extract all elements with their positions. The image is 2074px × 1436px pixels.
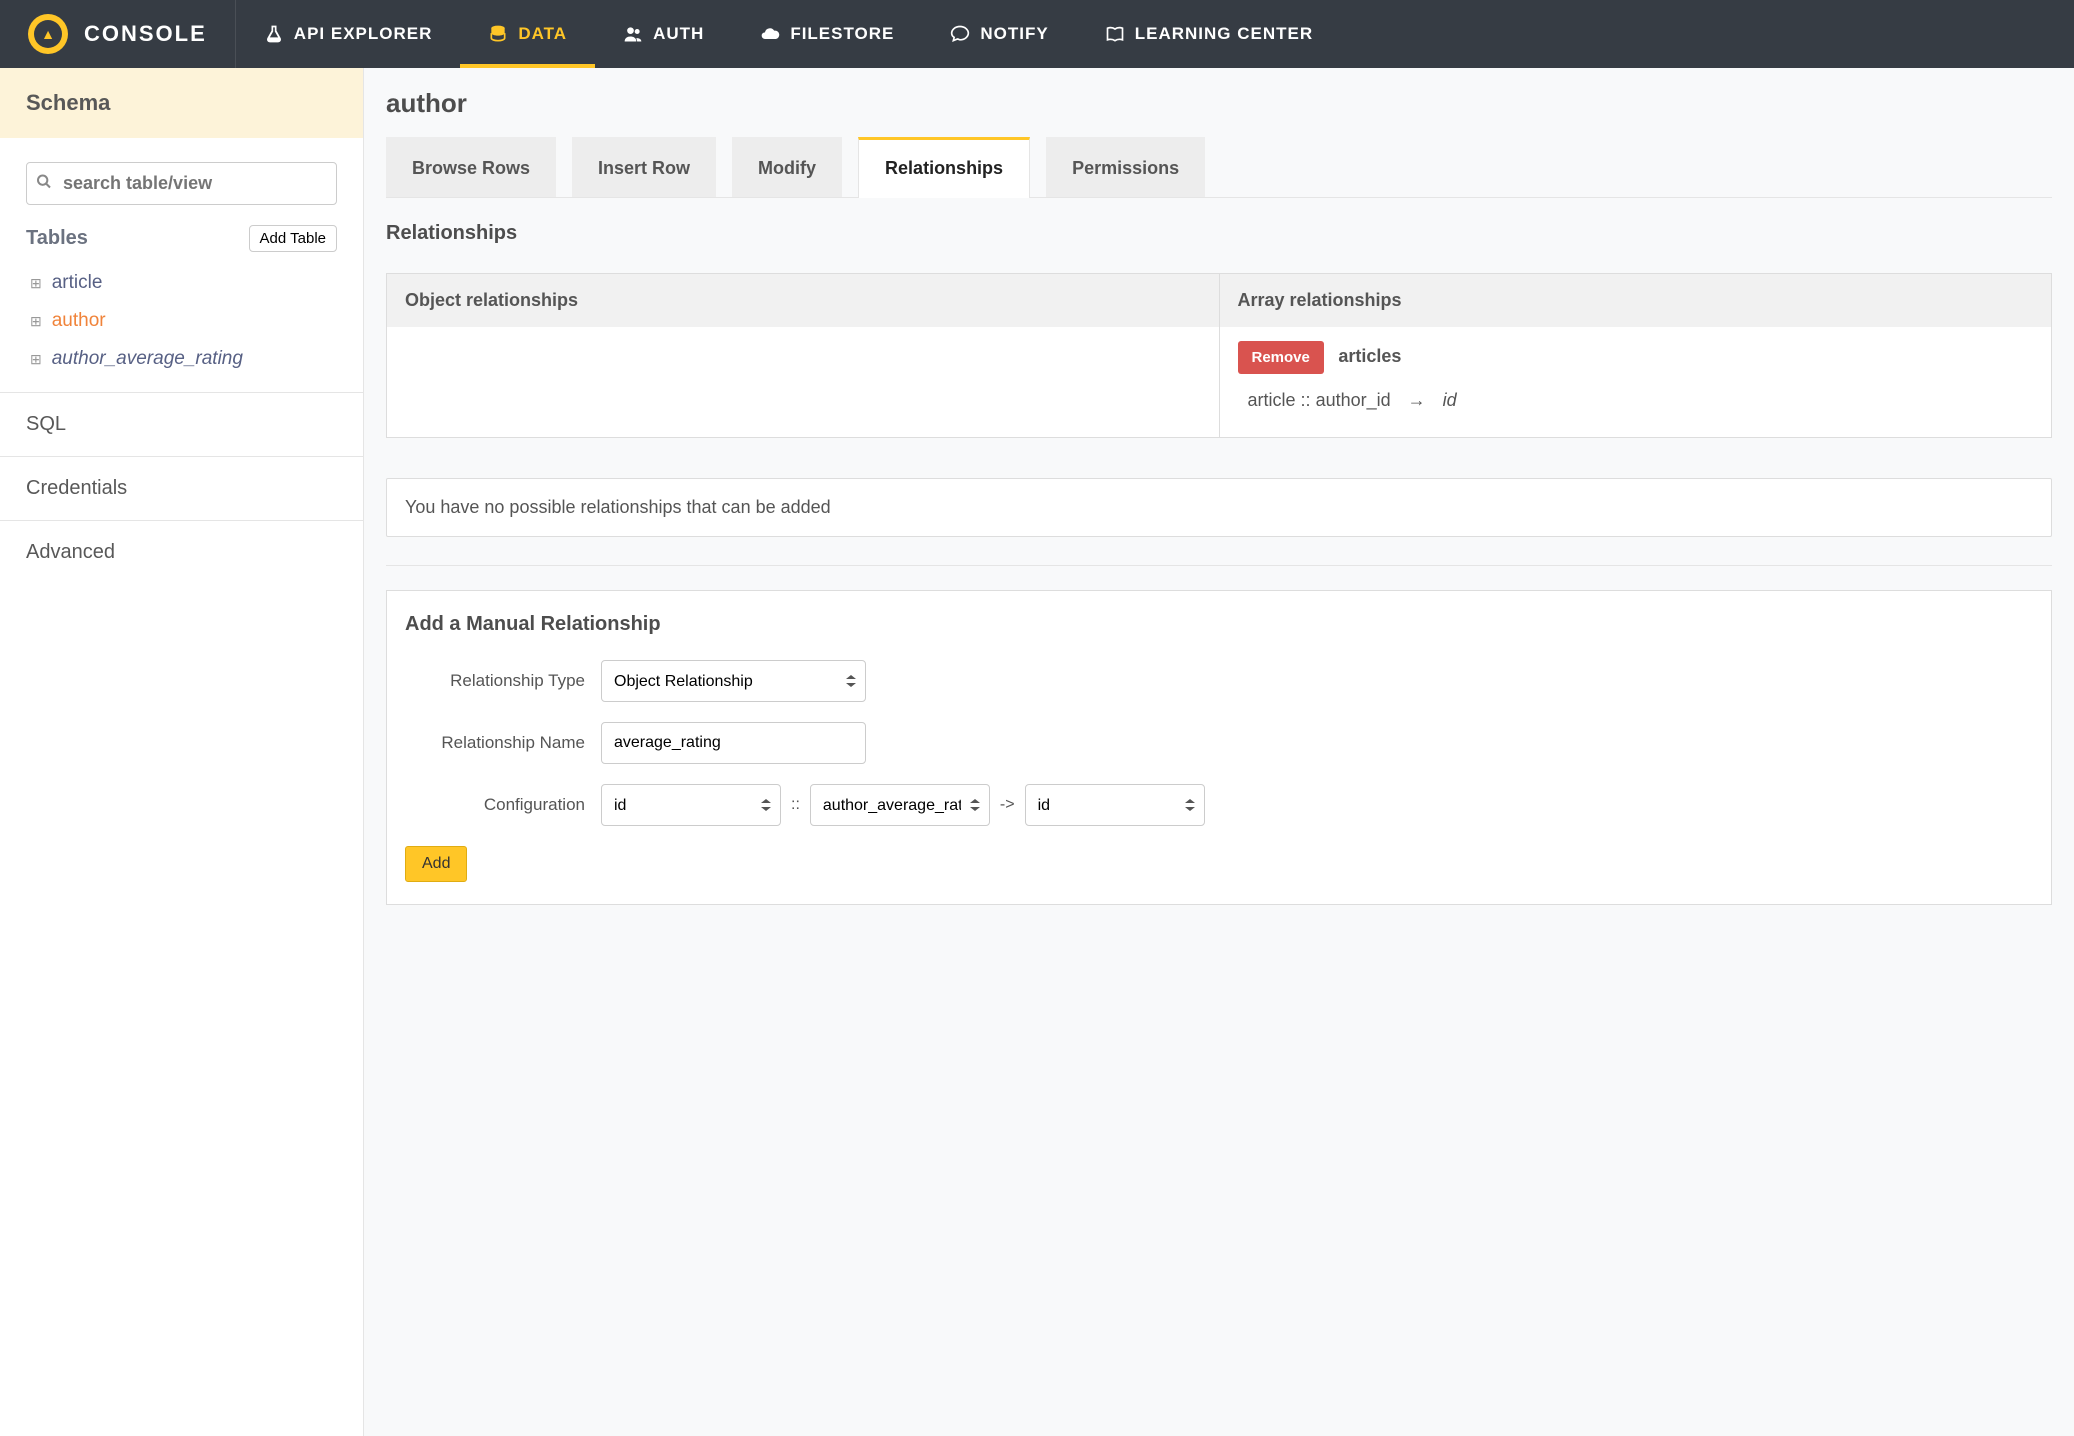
no-possible-relationships-info: You have no possible relationships that … [386, 478, 2052, 537]
array-relationships-header: Array relationships [1220, 274, 2052, 327]
object-relationships-header: Object relationships [387, 274, 1220, 327]
local-column: id [1443, 390, 1457, 410]
object-relationships-cell [387, 327, 1220, 437]
sep-colons: :: [1301, 390, 1311, 410]
tab-relationships[interactable]: Relationships [858, 137, 1030, 198]
manual-relationship-title: Add a Manual Relationship [405, 613, 2033, 636]
users-icon [623, 24, 643, 44]
manual-relationship-form: Add a Manual Relationship Relationship T… [386, 590, 2052, 905]
sidebar-credentials[interactable]: Credentials [0, 456, 363, 520]
brand-name: CONSOLE [84, 21, 207, 47]
divider [386, 565, 2052, 566]
nav-label: AUTH [653, 24, 704, 44]
relationship-name: articles [1338, 346, 1401, 366]
nav-api-explorer[interactable]: API EXPLORER [236, 0, 461, 68]
flask-icon [264, 24, 284, 44]
top-nav: ▲ CONSOLE API EXPLORER DATA AUTH FILESTO… [0, 0, 2074, 68]
ref-column: author_id [1316, 390, 1391, 410]
sidebar-advanced[interactable]: Advanced [0, 520, 363, 584]
relationship-type-select[interactable]: Object Relationship [601, 660, 866, 702]
search-icon [36, 173, 52, 194]
nav-data[interactable]: DATA [460, 0, 595, 68]
add-relationship-button[interactable]: Add [405, 846, 467, 882]
config-sep-arrow: -> [1000, 796, 1015, 814]
nav-label: LEARNING CENTER [1135, 24, 1313, 44]
tab-permissions[interactable]: Permissions [1046, 137, 1205, 197]
config-ref-table-select[interactable]: author_average_rat [810, 784, 990, 826]
tabs: Browse Rows Insert Row Modify Relationsh… [386, 137, 2052, 198]
table-item-author[interactable]: ⊞ author [0, 302, 363, 340]
table-item-article[interactable]: ⊞ article [0, 264, 363, 302]
nav-label: DATA [518, 24, 567, 44]
table-name: author [52, 310, 106, 332]
nav-label: API EXPLORER [294, 24, 433, 44]
config-sep-colons: :: [791, 796, 800, 814]
tab-browse-rows[interactable]: Browse Rows [386, 137, 556, 197]
book-icon [1105, 24, 1125, 44]
search-input[interactable] [26, 162, 337, 205]
table-icon: ⊞ [30, 275, 42, 292]
table-name: article [52, 272, 103, 294]
page-title: author [386, 88, 2052, 119]
tab-insert-row[interactable]: Insert Row [572, 137, 716, 197]
sidebar-sql[interactable]: SQL [0, 392, 363, 456]
nav-learning-center[interactable]: LEARNING CENTER [1077, 0, 1341, 68]
relationship-type-label: Relationship Type [405, 671, 585, 691]
nav-auth[interactable]: AUTH [595, 0, 732, 68]
relationships-heading: Relationships [386, 222, 2052, 245]
relationship-detail: article :: author_id → id [1238, 390, 2034, 411]
config-from-column-select[interactable]: id [601, 784, 781, 826]
tab-modify[interactable]: Modify [732, 137, 842, 197]
table-name: author_average_rating [52, 348, 243, 370]
cloud-icon [760, 24, 780, 44]
database-icon [488, 24, 508, 44]
nav-label: NOTIFY [980, 24, 1048, 44]
main-content: author Browse Rows Insert Row Modify Rel… [364, 68, 2074, 1436]
ref-table: article [1248, 390, 1296, 410]
nav-filestore[interactable]: FILESTORE [732, 0, 922, 68]
relationship-name-input[interactable] [601, 722, 866, 764]
relationships-table: Object relationships Array relationships… [386, 273, 2052, 438]
table-icon: ⊞ [30, 313, 42, 330]
arrow-icon: → [1408, 390, 1426, 410]
table-icon: ⊞ [30, 351, 42, 368]
chat-icon [950, 24, 970, 44]
sidebar: Schema Tables Add Table ⊞ article ⊞ auth… [0, 68, 364, 1436]
add-table-button[interactable]: Add Table [249, 225, 337, 252]
schema-header: Schema [0, 68, 363, 138]
nav-items: API EXPLORER DATA AUTH FILESTORE NOTIFY … [236, 0, 1341, 68]
array-relationships-cell: Remove articles article :: author_id → i… [1220, 327, 2052, 437]
table-item-author-average-rating[interactable]: ⊞ author_average_rating [0, 340, 363, 378]
configuration-label: Configuration [405, 795, 585, 815]
tables-heading: Tables [26, 227, 88, 250]
nav-label: FILESTORE [790, 24, 894, 44]
brand-logo-icon: ▲ [28, 14, 68, 54]
table-list: ⊞ article ⊞ author ⊞ author_average_rati… [0, 260, 363, 392]
nav-notify[interactable]: NOTIFY [922, 0, 1076, 68]
brand[interactable]: ▲ CONSOLE [0, 0, 236, 68]
remove-relationship-button[interactable]: Remove [1238, 341, 1324, 374]
relationship-name-label: Relationship Name [405, 733, 585, 753]
config-to-column-select[interactable]: id [1025, 784, 1205, 826]
